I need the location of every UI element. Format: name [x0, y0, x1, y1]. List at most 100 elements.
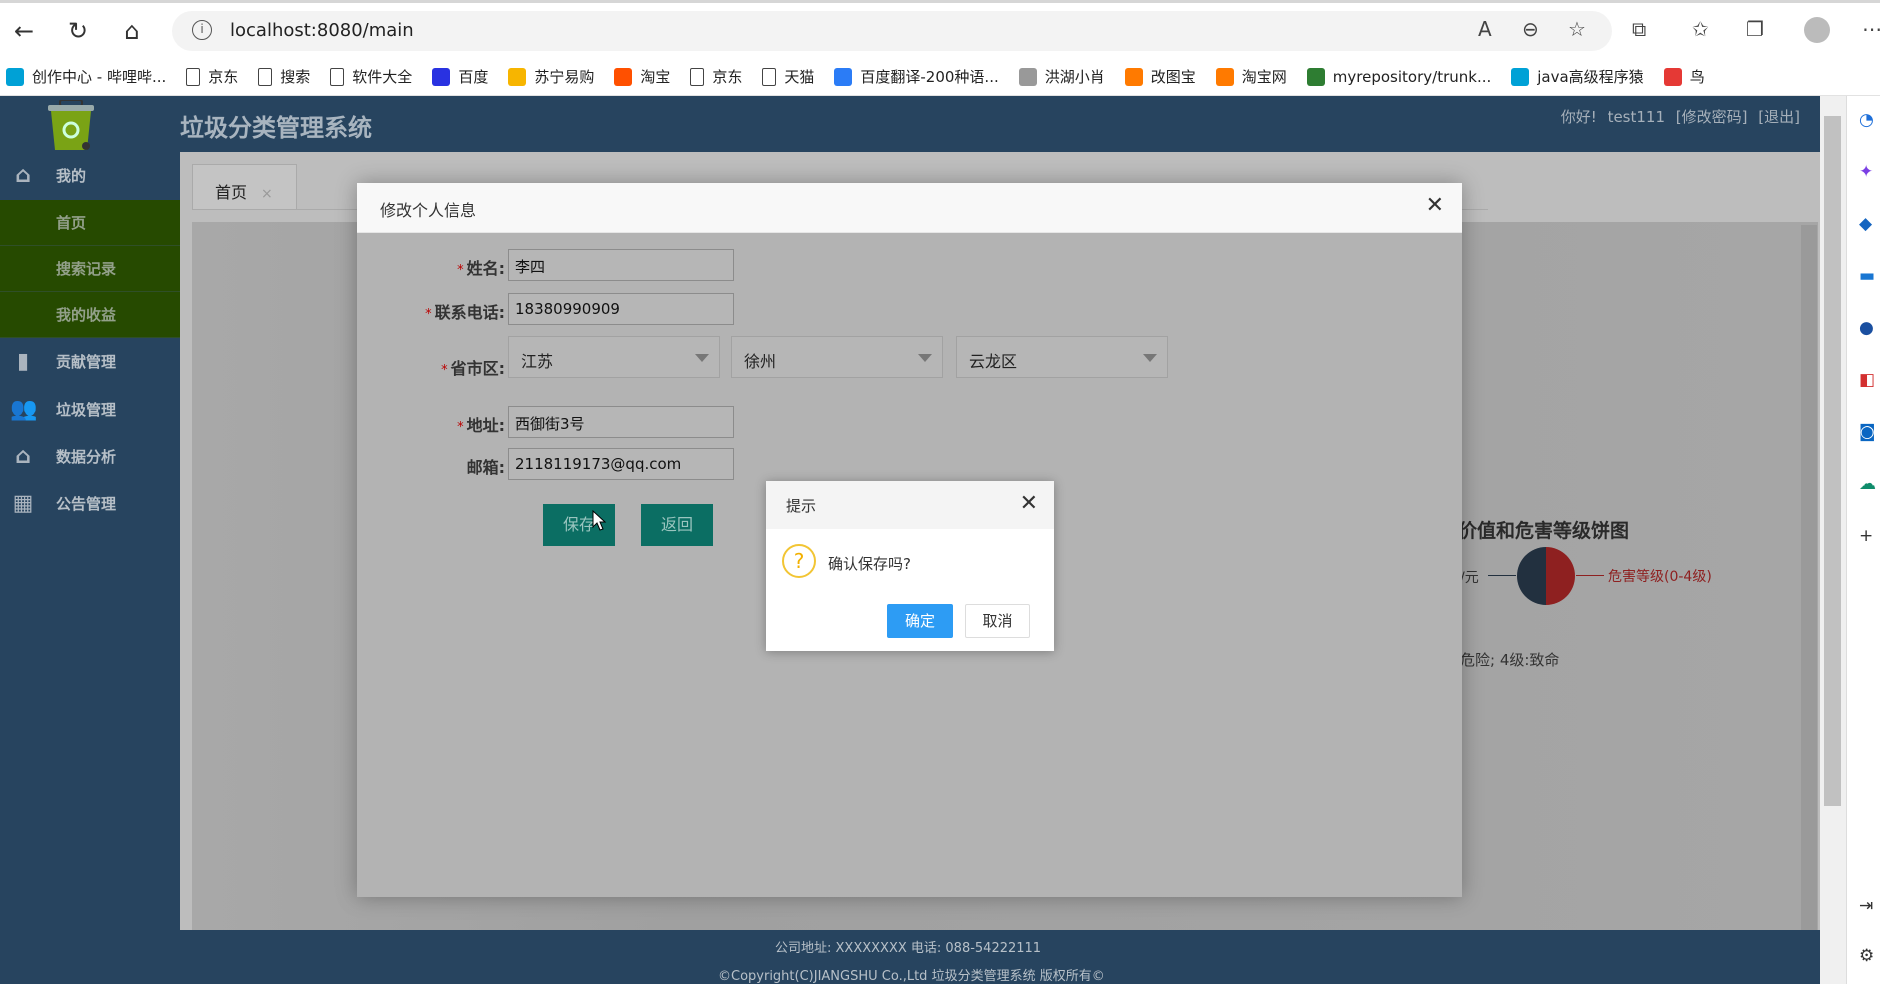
sidebar-item-label: 数据分析 — [56, 447, 117, 466]
scrollbar-thumb[interactable] — [1824, 116, 1841, 806]
bookmark-label: 洪湖小肖 — [1044, 68, 1105, 86]
bookmark-item[interactable]: myrepository/trunk... — [1306, 67, 1492, 86]
bookmark-label: 苏宁易购 — [534, 68, 595, 86]
copilot-icon[interactable]: ✦ — [1859, 162, 1873, 182]
tab-home[interactable]: 首页 × — [192, 164, 297, 210]
bookmark-label: 百度翻译-200种语... — [860, 68, 999, 86]
bookmark-item[interactable]: 百度翻译-200种语... — [834, 66, 999, 87]
close-tab-icon[interactable]: × — [261, 186, 273, 202]
zoom-out-icon[interactable]: ⊖ — [1522, 17, 1539, 41]
sidebar-item-garbage[interactable]: 👥 垃圾管理 — [0, 386, 180, 432]
bookmark-item[interactable]: 洪湖小肖 — [1018, 66, 1105, 87]
logout-link[interactable]: [退出] — [1758, 108, 1800, 126]
info-icon[interactable]: i — [192, 20, 212, 40]
browser-toolbar: ← ↻ ⌂ i localhost:8080/main A ⊖ ☆ ⧉ ✩ ❐ … — [0, 0, 1880, 58]
translate-icon — [834, 67, 853, 86]
page-icon — [762, 67, 777, 86]
province-select[interactable]: 江苏 — [508, 336, 720, 378]
collections-icon[interactable]: ❐ — [1746, 17, 1764, 41]
ok-button[interactable]: 确定 — [887, 604, 953, 638]
bookmark-item[interactable]: 创作中心 - 哔哩哔... — [6, 66, 166, 87]
back-button[interactable]: 返回 — [641, 504, 713, 546]
leader-line — [1488, 575, 1516, 576]
favorites-icon[interactable]: ✩ — [1692, 17, 1709, 41]
sidebar-item-label: 公告管理 — [56, 494, 117, 513]
games-icon[interactable]: ☁ — [1859, 474, 1876, 494]
change-password-link[interactable]: [修改密码] — [1676, 108, 1748, 126]
reload-icon[interactable]: ↻ — [62, 15, 94, 47]
bookmark-label: 淘宝 — [640, 68, 671, 86]
sidebar-item-home[interactable]: 首页 — [0, 200, 180, 246]
address-bar[interactable]: i localhost:8080/main — [172, 11, 1612, 51]
bookmark-label: 天猫 — [784, 68, 815, 86]
bookmark-label: 鸟 — [1689, 68, 1705, 86]
chart-right-label: 危害等级(0-4级) — [1608, 569, 1712, 585]
people-icon[interactable]: ● — [1859, 318, 1874, 338]
bookmark-item[interactable]: 搜索 — [258, 66, 310, 87]
bookmark-label: 京东 — [712, 68, 743, 86]
name-input[interactable]: 李四 — [508, 249, 734, 281]
bookmark-item[interactable]: 改图宝 — [1124, 66, 1196, 87]
home-icon[interactable]: ⌂ — [116, 15, 148, 47]
url-text[interactable]: localhost:8080/main — [230, 20, 414, 41]
bookmark-item[interactable]: 淘宝网 — [1215, 66, 1287, 87]
email-label: 邮箱: — [466, 458, 505, 477]
bookmark-item[interactable]: 京东 — [186, 66, 238, 87]
bookmark-item[interactable]: 百度 — [432, 66, 488, 87]
phone-label: * 联系电话: — [425, 303, 505, 322]
bilibili-icon — [1511, 67, 1530, 86]
greeting: 你好! — [1560, 108, 1597, 126]
bookmark-item[interactable]: java高级程序猿 — [1511, 66, 1644, 87]
read-aloud-icon[interactable]: A — [1478, 17, 1492, 41]
bookmark-item[interactable]: 京东 — [690, 66, 742, 87]
more-icon[interactable]: ⋯ — [1862, 17, 1880, 41]
close-icon[interactable]: ✕ — [1020, 491, 1038, 516]
sidebar-toggle-icon[interactable]: ⇥ — [1859, 896, 1873, 916]
phone-input[interactable]: 18380990909 — [508, 293, 734, 325]
bookmark-label: myrepository/trunk... — [1332, 67, 1492, 86]
add-favorite-icon[interactable]: ☆ — [1568, 17, 1586, 41]
profile-avatar[interactable] — [1804, 17, 1830, 43]
taobao-icon — [1215, 67, 1234, 86]
pie-slice-value — [1517, 547, 1546, 605]
sidebar-item-notices[interactable]: ▦ 公告管理 — [0, 480, 180, 526]
sidebar-item-analysis[interactable]: ⌂ 数据分析 — [0, 433, 180, 479]
bookmark-item[interactable]: 软件大全 — [330, 66, 412, 87]
district-select[interactable]: 云龙区 — [956, 336, 1168, 378]
bookmark-item[interactable]: 天猫 — [762, 66, 814, 87]
bookmark-label: 百度 — [458, 68, 489, 86]
city-select[interactable]: 徐州 — [731, 336, 943, 378]
bookmark-item[interactable]: 鸟 — [1663, 66, 1705, 87]
inner-scrollbar[interactable] — [1801, 225, 1817, 930]
page-scrollbar[interactable] — [1820, 96, 1846, 984]
sidebar: ⌂ 我的 首页 搜索记录 我的收益 ▮ 贡献管理 👥 垃圾管理 ⌂ 数据分析 ▦ 公告管理 — [0, 152, 180, 930]
sidebar-item-label: 垃圾管理 — [56, 400, 117, 419]
back-icon[interactable]: ← — [8, 15, 40, 47]
add-icon[interactable]: + — [1859, 526, 1873, 546]
sidebar-item-contribution[interactable]: ▮ 贡献管理 — [0, 338, 180, 384]
sidebar-item-search-records[interactable]: 搜索记录 — [0, 246, 180, 292]
sidebar-item-mine[interactable]: ⌂ 我的 — [0, 152, 180, 198]
bookmark-item[interactable]: 苏宁易购 — [508, 66, 594, 87]
address-input[interactable]: 西御街3号 — [508, 406, 734, 438]
close-icon[interactable]: ✕ — [1426, 193, 1444, 218]
tools-icon[interactable]: ▬ — [1859, 266, 1875, 286]
sidebar-item-my-earnings[interactable]: 我的收益 — [0, 292, 180, 338]
bookmark-item[interactable]: 淘宝 — [614, 66, 670, 87]
bookmark-label: 淘宝网 — [1241, 68, 1287, 86]
dialog-title: 修改个人信息 — [380, 201, 477, 220]
extensions-icon[interactable]: ⧉ — [1632, 17, 1646, 41]
outlook-icon[interactable]: ◙ — [1859, 422, 1876, 442]
suning-icon — [508, 67, 527, 86]
office-icon[interactable]: ◧ — [1859, 370, 1875, 390]
chevron-down-icon — [918, 354, 932, 362]
email-input[interactable]: 2118119173@qq.com — [508, 448, 734, 480]
leader-line — [1576, 575, 1604, 576]
search-icon[interactable]: ◔ — [1859, 110, 1874, 130]
settings-icon[interactable]: ⚙ — [1859, 946, 1874, 966]
bookmark-label: 创作中心 - 哔哩哔... — [32, 68, 167, 86]
shopping-icon[interactable]: ◆ — [1859, 214, 1872, 234]
bookmark-label: 改图宝 — [1150, 68, 1196, 86]
cancel-button[interactable]: 取消 — [965, 604, 1030, 638]
sidebar-item-label: 我的 — [56, 166, 87, 185]
